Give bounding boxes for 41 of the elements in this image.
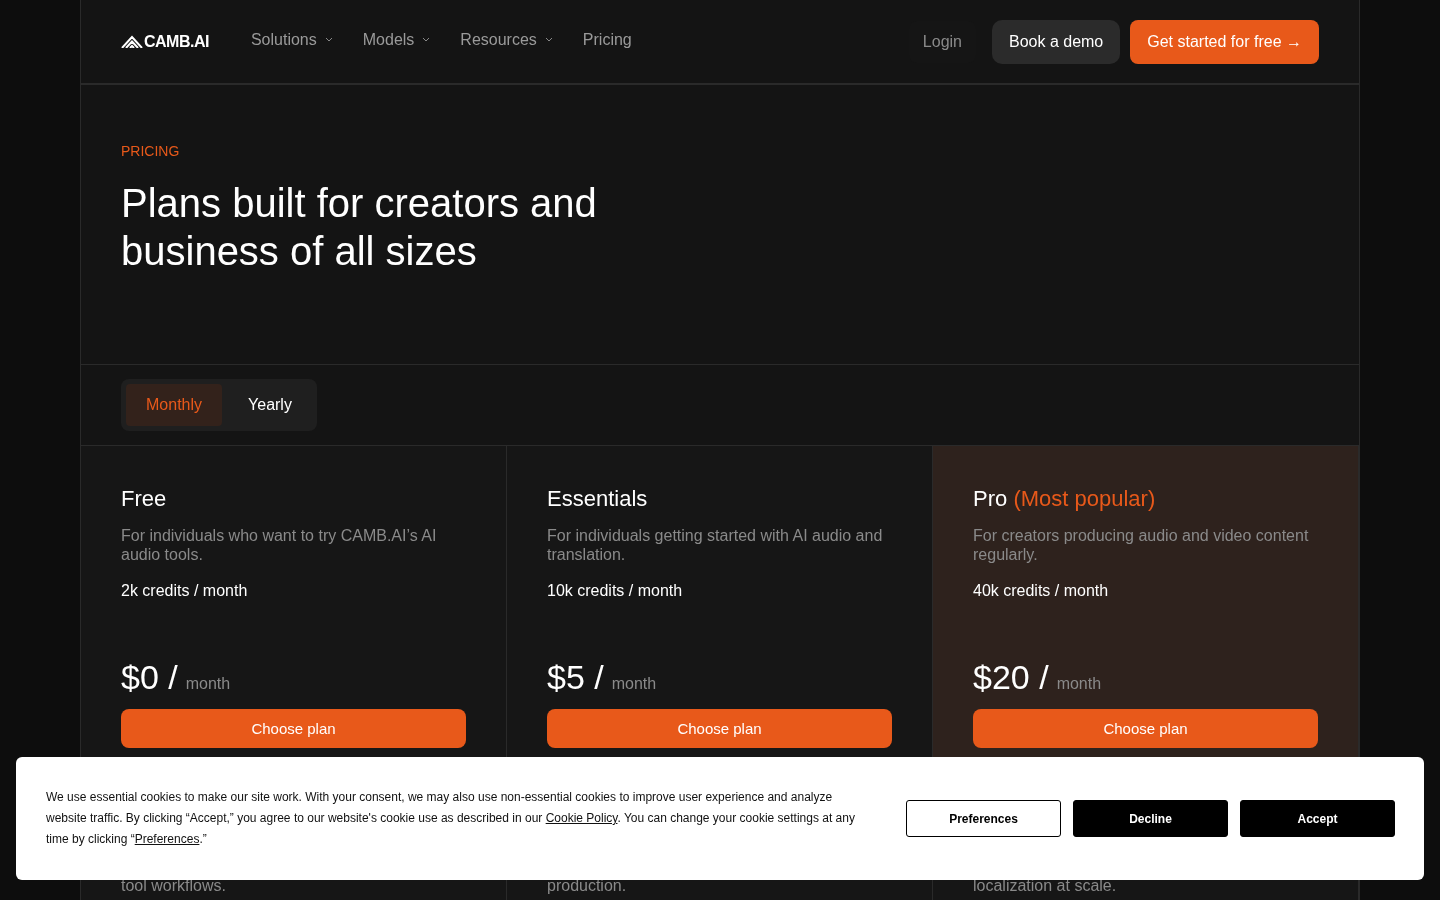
cookie-button[interactable]: Accept (1240, 800, 1395, 837)
price-period: month (1056, 675, 1102, 693)
plan-credits: 2k credits / month (121, 582, 248, 599)
billing-tab[interactable]: Yearly (228, 384, 312, 426)
nav-link[interactable]: Solutions (250, 30, 333, 49)
billing-tab[interactable]: Monthly (126, 384, 223, 426)
choose-plan-button[interactable]: Choose plan (547, 709, 892, 748)
chevron-down-icon (544, 37, 553, 42)
plan-description: tool workflows. (121, 876, 227, 895)
get-started-button[interactable]: Get started for free → (1130, 19, 1319, 64)
cookie-text: We use essential cookies to make our site work. With your consent, we may also use non-essential cookies to improve user experience and analyze website traffic. By clicking “Accept,” you agree to our website's cookie use as described in our Cookie Policy. You can change your cookie settings at any time by clicking “Preferences.” (46, 789, 856, 848)
choose-plan-button[interactable]: Choose plan (973, 709, 1318, 748)
plan-description: localization at scale. (973, 876, 1118, 895)
logo-icon (121, 35, 143, 48)
plan-credits: 40k credits / month (973, 582, 1109, 599)
logo-text[interactable]: CAMB.AI (144, 32, 209, 51)
plan-price: $20 / (973, 658, 1049, 697)
plan-description: For creators producing audio and video content regularly. (973, 526, 1310, 564)
price-period: month (611, 675, 657, 693)
chevron-down-icon (324, 37, 333, 42)
nav-link[interactable]: Pricing (582, 30, 632, 49)
cookie-button[interactable]: Preferences (906, 800, 1061, 837)
plan-name: Free (121, 486, 168, 512)
choose-plan-button[interactable]: Choose plan (121, 709, 466, 748)
eyebrow-label: PRICING (121, 143, 181, 159)
preferences-link[interactable]: Preferences (134, 832, 200, 846)
plan-description: For individuals getting started with AI audio and translation. (547, 526, 884, 564)
plan-description: production. (547, 876, 628, 895)
nav-link[interactable]: Resources (460, 30, 553, 49)
price-period: month (185, 675, 231, 693)
plan-price: $0 / (121, 658, 178, 697)
chevron-down-icon (422, 37, 431, 42)
plan-name: Essentials (547, 486, 649, 512)
plan-name: Pro (Most popular) (973, 486, 1157, 512)
plan-price: $5 / (547, 658, 604, 697)
page-title: Plans built for creators and business of all sizes (121, 180, 598, 275)
plan-description: For individuals who want to try CAMB.AI’s AI audio tools. (121, 526, 438, 564)
nav-link[interactable]: Models (362, 30, 431, 49)
cookie-button[interactable]: Decline (1073, 800, 1228, 837)
book-demo-button[interactable]: Book a demo (992, 19, 1121, 64)
plan-credits: 10k credits / month (547, 582, 683, 599)
